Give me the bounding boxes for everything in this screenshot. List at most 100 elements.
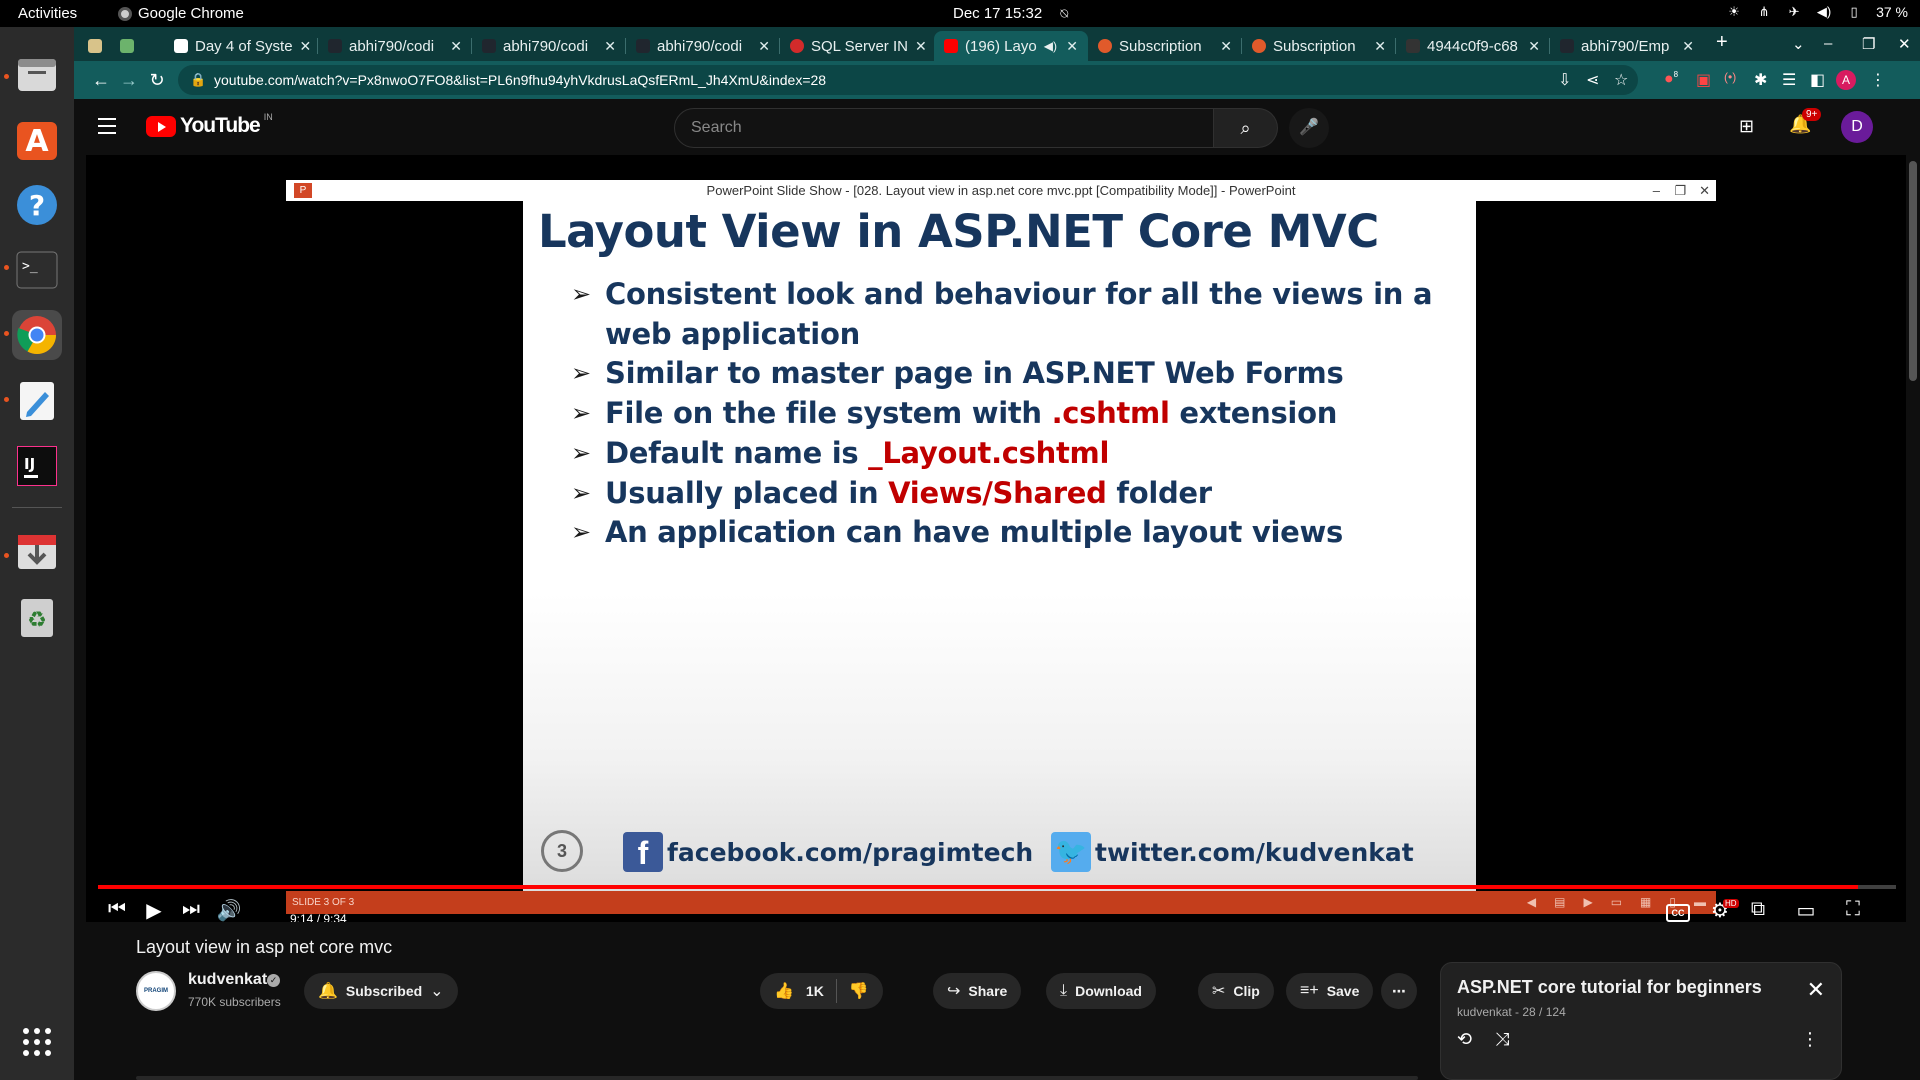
previous-video-button[interactable]: ⏮: [102, 898, 132, 921]
more-actions-button[interactable]: ⋯: [1381, 973, 1417, 1009]
close-icon[interactable]: ✕: [1066, 38, 1078, 55]
dislike-icon[interactable]: 👎: [849, 981, 869, 1001]
dock-chrome[interactable]: [12, 310, 62, 360]
slide-title: Layout View in ASP.NET Core MVC: [538, 205, 1379, 258]
voice-search-button[interactable]: 🎤: [1289, 108, 1329, 148]
miniplayer-button[interactable]: ⧉: [1743, 898, 1773, 921]
progress-bar[interactable]: [98, 885, 1896, 889]
mute-button[interactable]: 🔊: [214, 898, 244, 922]
install-app-icon[interactable]: ⇩: [1558, 70, 1571, 90]
system-tray[interactable]: ☀ ⋔ ✈ ◀) ▯ 37 %: [1726, 4, 1908, 20]
share-button[interactable]: ↪ Share: [933, 973, 1022, 1009]
restore-button[interactable]: ❐: [1862, 35, 1875, 53]
tab[interactable]: SQL Server IN ✕: [780, 31, 934, 61]
tab-pinned-2[interactable]: [110, 31, 140, 61]
youtube-logo[interactable]: YouTube IN: [146, 112, 273, 138]
video-player[interactable]: P PowerPoint Slide Show - [028. Layout v…: [86, 155, 1908, 922]
bookmark-star-icon[interactable]: ☆: [1614, 70, 1628, 90]
close-icon[interactable]: ✕: [1220, 38, 1232, 55]
playlist-title[interactable]: ASP.NET core tutorial for beginners: [1457, 977, 1762, 998]
tab[interactable]: abhi790/codi ✕: [626, 31, 780, 61]
create-video-icon[interactable]: ⊞: [1739, 116, 1754, 137]
extension-icon[interactable]: (•): [1724, 70, 1736, 84]
scrollbar-thumb[interactable]: [1909, 161, 1917, 381]
close-icon[interactable]: ✕: [300, 38, 312, 55]
menu-icon[interactable]: [98, 118, 116, 134]
fullscreen-button[interactable]: ⛶: [1838, 898, 1868, 921]
reload-button[interactable]: ↻: [146, 70, 168, 91]
activities-button[interactable]: Activities: [18, 5, 77, 22]
page-scrollbar[interactable]: [1906, 155, 1920, 1080]
dock-trash[interactable]: ♻: [12, 593, 62, 643]
slide-bullet: ➢ Usually placed in Views/Shared folder: [571, 474, 1451, 514]
tab[interactable]: 4944c0f9-c68 ✕: [1396, 31, 1550, 61]
search-input[interactable]: Search: [674, 108, 1214, 148]
address-bar[interactable]: 🔒 youtube.com/watch?v=Px8nwoO7FO8&list=P…: [178, 65, 1638, 95]
close-icon[interactable]: ✕: [1528, 38, 1540, 55]
dock-software[interactable]: A: [12, 115, 62, 165]
close-icon[interactable]: ✕: [1682, 38, 1694, 55]
svg-text:A: A: [25, 124, 49, 159]
next-video-button[interactable]: ⏭: [176, 898, 206, 921]
tab[interactable]: Day 4 of Syste ✕: [164, 31, 318, 61]
clip-button[interactable]: ✂ Clip: [1198, 973, 1274, 1009]
like-count[interactable]: 1K: [806, 983, 824, 999]
more-vertical-icon[interactable]: ⋮: [1801, 1029, 1819, 1050]
tab[interactable]: Subscription ✕: [1088, 31, 1242, 61]
show-apps-button[interactable]: [12, 1017, 62, 1067]
close-window-button[interactable]: ✕: [1898, 35, 1911, 53]
tab-search-button[interactable]: ⌄: [1792, 35, 1805, 53]
minimize-button[interactable]: –: [1824, 35, 1832, 52]
more-horizontal-icon: ⋯: [1392, 982, 1406, 999]
audio-playing-icon[interactable]: ◀): [1044, 39, 1057, 53]
extensions-puzzle-icon[interactable]: ✱: [1754, 70, 1767, 90]
side-panel-icon[interactable]: ◧: [1810, 70, 1825, 90]
extension-icon[interactable]: ●8: [1664, 70, 1678, 88]
close-icon[interactable]: ✕: [1807, 977, 1825, 1003]
clock[interactable]: Dec 17 15:32 ⍉: [953, 5, 1072, 22]
account-avatar[interactable]: D: [1841, 111, 1873, 143]
close-icon[interactable]: ✕: [915, 38, 927, 55]
shuffle-icon[interactable]: ⤨: [1495, 1029, 1509, 1050]
dock-intellij[interactable]: IJ: [12, 441, 62, 491]
bullet-text: File on the file system with: [605, 396, 1052, 431]
dock-installer[interactable]: [12, 527, 62, 577]
search-button[interactable]: ⌕: [1214, 108, 1278, 148]
reading-list-icon[interactable]: ☰: [1782, 70, 1796, 90]
subtitles-button[interactable]: CC: [1666, 904, 1690, 922]
save-button[interactable]: ≡+ Save: [1286, 973, 1374, 1009]
close-icon[interactable]: ✕: [450, 38, 462, 55]
like-icon[interactable]: 👍: [774, 981, 794, 1001]
close-icon[interactable]: ✕: [758, 38, 770, 55]
tab-active[interactable]: (196) Layo ◀) ✕: [934, 31, 1088, 61]
dock-terminal[interactable]: >_: [12, 245, 62, 295]
theater-mode-button[interactable]: ▭: [1791, 898, 1821, 922]
forward-button[interactable]: →: [118, 70, 140, 91]
tab[interactable]: abhi790/Emp ✕: [1550, 31, 1704, 61]
dock-files[interactable]: [12, 49, 62, 99]
profile-avatar[interactable]: A: [1836, 70, 1856, 90]
chrome-menu-icon[interactable]: ⋮: [1870, 70, 1886, 90]
channel-name[interactable]: kudvenkat: [188, 971, 267, 989]
tab-pinned-1[interactable]: [78, 31, 108, 61]
loop-playlist-icon[interactable]: ⟲: [1457, 1029, 1472, 1050]
close-icon[interactable]: ✕: [604, 38, 616, 55]
share-icon[interactable]: ⋖: [1586, 70, 1599, 90]
close-icon[interactable]: ✕: [1374, 38, 1386, 55]
tab[interactable]: abhi790/codi ✕: [318, 31, 472, 61]
subscribed-button[interactable]: 🔔 Subscribed ⌄: [304, 973, 458, 1009]
download-button[interactable]: ⤓ Download: [1046, 973, 1156, 1009]
site-info-icon[interactable]: 🔒: [190, 65, 206, 95]
tab[interactable]: Subscription ✕: [1242, 31, 1396, 61]
tab[interactable]: abhi790/codi ✕: [472, 31, 626, 61]
bullet-text: Default name is: [605, 435, 869, 470]
channel-avatar[interactable]: PRAGIM: [136, 971, 176, 1011]
dock-help[interactable]: ?: [12, 180, 62, 230]
play-button[interactable]: ▶: [139, 898, 169, 922]
back-button[interactable]: ←: [90, 70, 112, 91]
app-menu[interactable]: Google Chrome: [118, 5, 244, 22]
dock-text-editor[interactable]: [12, 376, 62, 426]
new-tab-button[interactable]: +: [1716, 31, 1728, 54]
extension-icon[interactable]: ▣: [1696, 70, 1711, 90]
ppt-close-icon: ✕: [1699, 183, 1710, 198]
